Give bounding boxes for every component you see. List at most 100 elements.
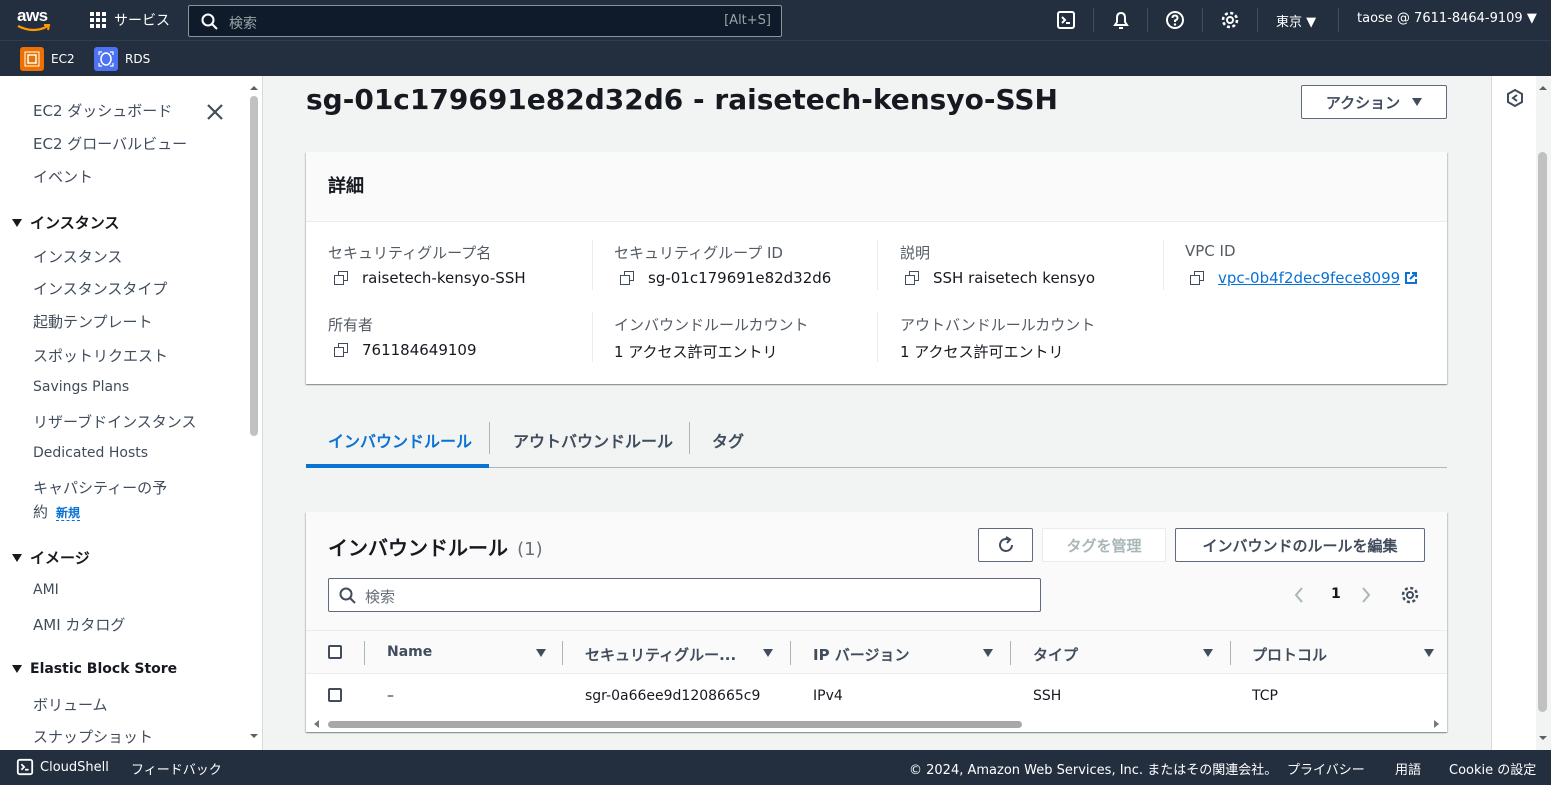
sidebar-item-spot-requests[interactable]: スポットリクエスト — [33, 345, 168, 366]
column-header-protocol[interactable]: プロトコル — [1252, 644, 1327, 665]
scroll-left-icon[interactable] — [314, 720, 319, 728]
select-all-checkbox[interactable] — [328, 645, 342, 659]
sidebar-section-ebs[interactable]: Elastic Block Store — [12, 661, 177, 677]
search-icon — [339, 587, 356, 604]
tab-outbound-rules[interactable]: アウトバウンドルール — [513, 428, 673, 452]
favorite-ec2[interactable]: EC2 — [20, 47, 75, 71]
caret-down-icon — [1412, 98, 1423, 106]
manage-tags-button[interactable]: タグを管理 — [1042, 528, 1166, 562]
refresh-button[interactable] — [978, 528, 1033, 562]
feedback-link[interactable]: フィードバック — [131, 759, 222, 778]
close-icon[interactable] — [205, 102, 225, 122]
terms-link[interactable]: 用語 — [1395, 759, 1421, 778]
sort-icon[interactable] — [1203, 649, 1213, 657]
account-menu[interactable]: taose @ 7611-8464-9109 ▼ — [1357, 11, 1537, 26]
scrollbar-thumb[interactable] — [328, 721, 1022, 728]
copy-icon[interactable] — [334, 271, 348, 285]
row-checkbox[interactable] — [328, 688, 342, 702]
chevron-right-icon[interactable] — [1360, 585, 1372, 605]
preferences-gear-icon[interactable] — [1400, 585, 1420, 605]
sidebar-item-launch-templates[interactable]: 起動テンプレート — [33, 311, 153, 332]
description-value: SSH raisetech kensyo — [905, 269, 1095, 287]
sidebar-item-events[interactable]: イベント — [33, 166, 93, 187]
chevron-left-icon[interactable] — [1293, 585, 1305, 605]
inbound-rules-panel: インバウンドルール (1) タグを管理 インバウンドのルールを編集 検索 1 N… — [306, 512, 1447, 732]
sidebar-section-label: イメージ — [30, 549, 90, 567]
divider — [1010, 641, 1011, 665]
sidebar-section-instances[interactable]: インスタンス — [12, 212, 119, 233]
services-menu[interactable]: サービス — [90, 10, 170, 30]
sidebar-item-dedicated-hosts[interactable]: Dedicated Hosts — [33, 445, 148, 461]
external-link-icon — [1405, 272, 1418, 284]
column-header-name[interactable]: Name — [387, 644, 432, 660]
main-content: sg-01c179691e82d32d6 - raisetech-kensyo-… — [264, 76, 1491, 750]
cell-protocol: TCP — [1252, 688, 1278, 704]
sort-icon[interactable] — [983, 649, 993, 657]
bell-icon[interactable] — [1111, 10, 1131, 30]
divider — [1230, 641, 1231, 665]
aws-logo[interactable]: aws — [16, 6, 56, 34]
sidebar-item-instance-types[interactable]: インスタンスタイプ — [33, 278, 167, 299]
sidebar-item-ec2-dashboard[interactable]: EC2 ダッシュボード — [33, 100, 172, 121]
sidebar-section-images[interactable]: イメージ — [12, 547, 90, 568]
inbound-count-value: 1 アクセス許可エントリ — [614, 343, 778, 361]
tab-inbound-rules[interactable]: インバウンドルール — [328, 428, 472, 452]
copy-icon[interactable] — [1190, 271, 1204, 285]
sidebar-item-reserved-instances[interactable]: リザーブドインスタンス — [33, 411, 197, 432]
refresh-icon — [998, 536, 1013, 552]
favorite-rds-label: RDS — [125, 52, 151, 66]
global-search-input[interactable]: 検索 [Alt+S] — [188, 5, 782, 37]
copy-icon[interactable] — [905, 271, 919, 285]
scrollbar-thumb[interactable] — [1538, 152, 1547, 712]
scroll-up-icon — [1539, 86, 1547, 90]
rules-search-input[interactable]: 検索 — [328, 578, 1041, 612]
sidebar-item-volumes[interactable]: ボリューム — [33, 694, 108, 715]
sidebar-item-ami[interactable]: AMI — [33, 582, 59, 598]
sidebar-item-label: 約 — [33, 503, 49, 521]
table-header-row: Name セキュリティグルー... IP バージョン タイプ プロトコル — [306, 630, 1447, 674]
region-selector[interactable]: 東京 ▼ — [1276, 11, 1316, 30]
gear-icon[interactable] — [1220, 10, 1240, 30]
sg-id-value: sg-01c179691e82d32d6 — [620, 269, 831, 287]
divider — [790, 641, 791, 665]
copy-icon[interactable] — [334, 343, 348, 357]
sidebar-item-ec2-global-view[interactable]: EC2 グローバルビュー — [33, 133, 187, 154]
table-horizontal-scrollbar[interactable] — [306, 718, 1447, 730]
cookie-settings-link[interactable]: Cookie の設定 — [1449, 759, 1536, 778]
details-title: 詳細 — [328, 176, 364, 197]
edit-inbound-rules-button[interactable]: インバウンドのルールを編集 — [1175, 528, 1425, 562]
sidebar-item-ami-catalog[interactable]: AMI カタログ — [33, 614, 125, 635]
help-icon[interactable] — [1165, 10, 1185, 30]
page-number[interactable]: 1 — [1331, 586, 1341, 602]
divider — [877, 312, 878, 362]
copy-icon[interactable] — [620, 271, 634, 285]
sort-icon[interactable] — [536, 649, 546, 657]
cloudshell-icon[interactable] — [1056, 10, 1076, 30]
column-header-ip-version[interactable]: IP バージョン — [813, 644, 910, 665]
scrollbar-thumb[interactable] — [250, 96, 258, 436]
sort-icon[interactable] — [1424, 649, 1434, 657]
divider — [489, 422, 490, 454]
cloudshell-button[interactable]: CloudShell — [16, 758, 109, 776]
sort-icon[interactable] — [763, 649, 773, 657]
scroll-right-icon[interactable] — [1434, 720, 1439, 728]
sidebar-item-instances[interactable]: インスタンス — [33, 246, 122, 267]
services-grid-icon — [90, 12, 106, 28]
cloudshell-label: CloudShell — [40, 759, 109, 775]
privacy-link[interactable]: プライバシー — [1287, 759, 1365, 778]
sidebar-item-snapshots[interactable]: スナップショット — [33, 726, 153, 747]
tab-tags[interactable]: タグ — [712, 428, 744, 452]
favorite-rds[interactable]: RDS — [94, 47, 150, 71]
sidebar-item-savings-plans[interactable]: Savings Plans — [33, 379, 129, 395]
sg-id-text: sg-01c179691e82d32d6 — [648, 269, 832, 287]
actions-button[interactable]: アクション — [1301, 85, 1447, 119]
info-panel-icon[interactable] — [1505, 88, 1525, 108]
divider — [1202, 8, 1203, 32]
owner-text: 761184649109 — [362, 341, 477, 359]
main-scrollbar[interactable] — [1536, 76, 1551, 750]
vpc-id-link[interactable]: vpc-0b4f2dec9fece8099 — [1218, 269, 1400, 287]
sidebar-scrollbar[interactable] — [248, 76, 260, 750]
column-header-type[interactable]: タイプ — [1033, 644, 1078, 665]
column-header-rule-id[interactable]: セキュリティグルー... — [585, 644, 736, 665]
sidebar-item-capacity-reservations[interactable]: キャパシティーの予 約新規 — [33, 477, 167, 522]
